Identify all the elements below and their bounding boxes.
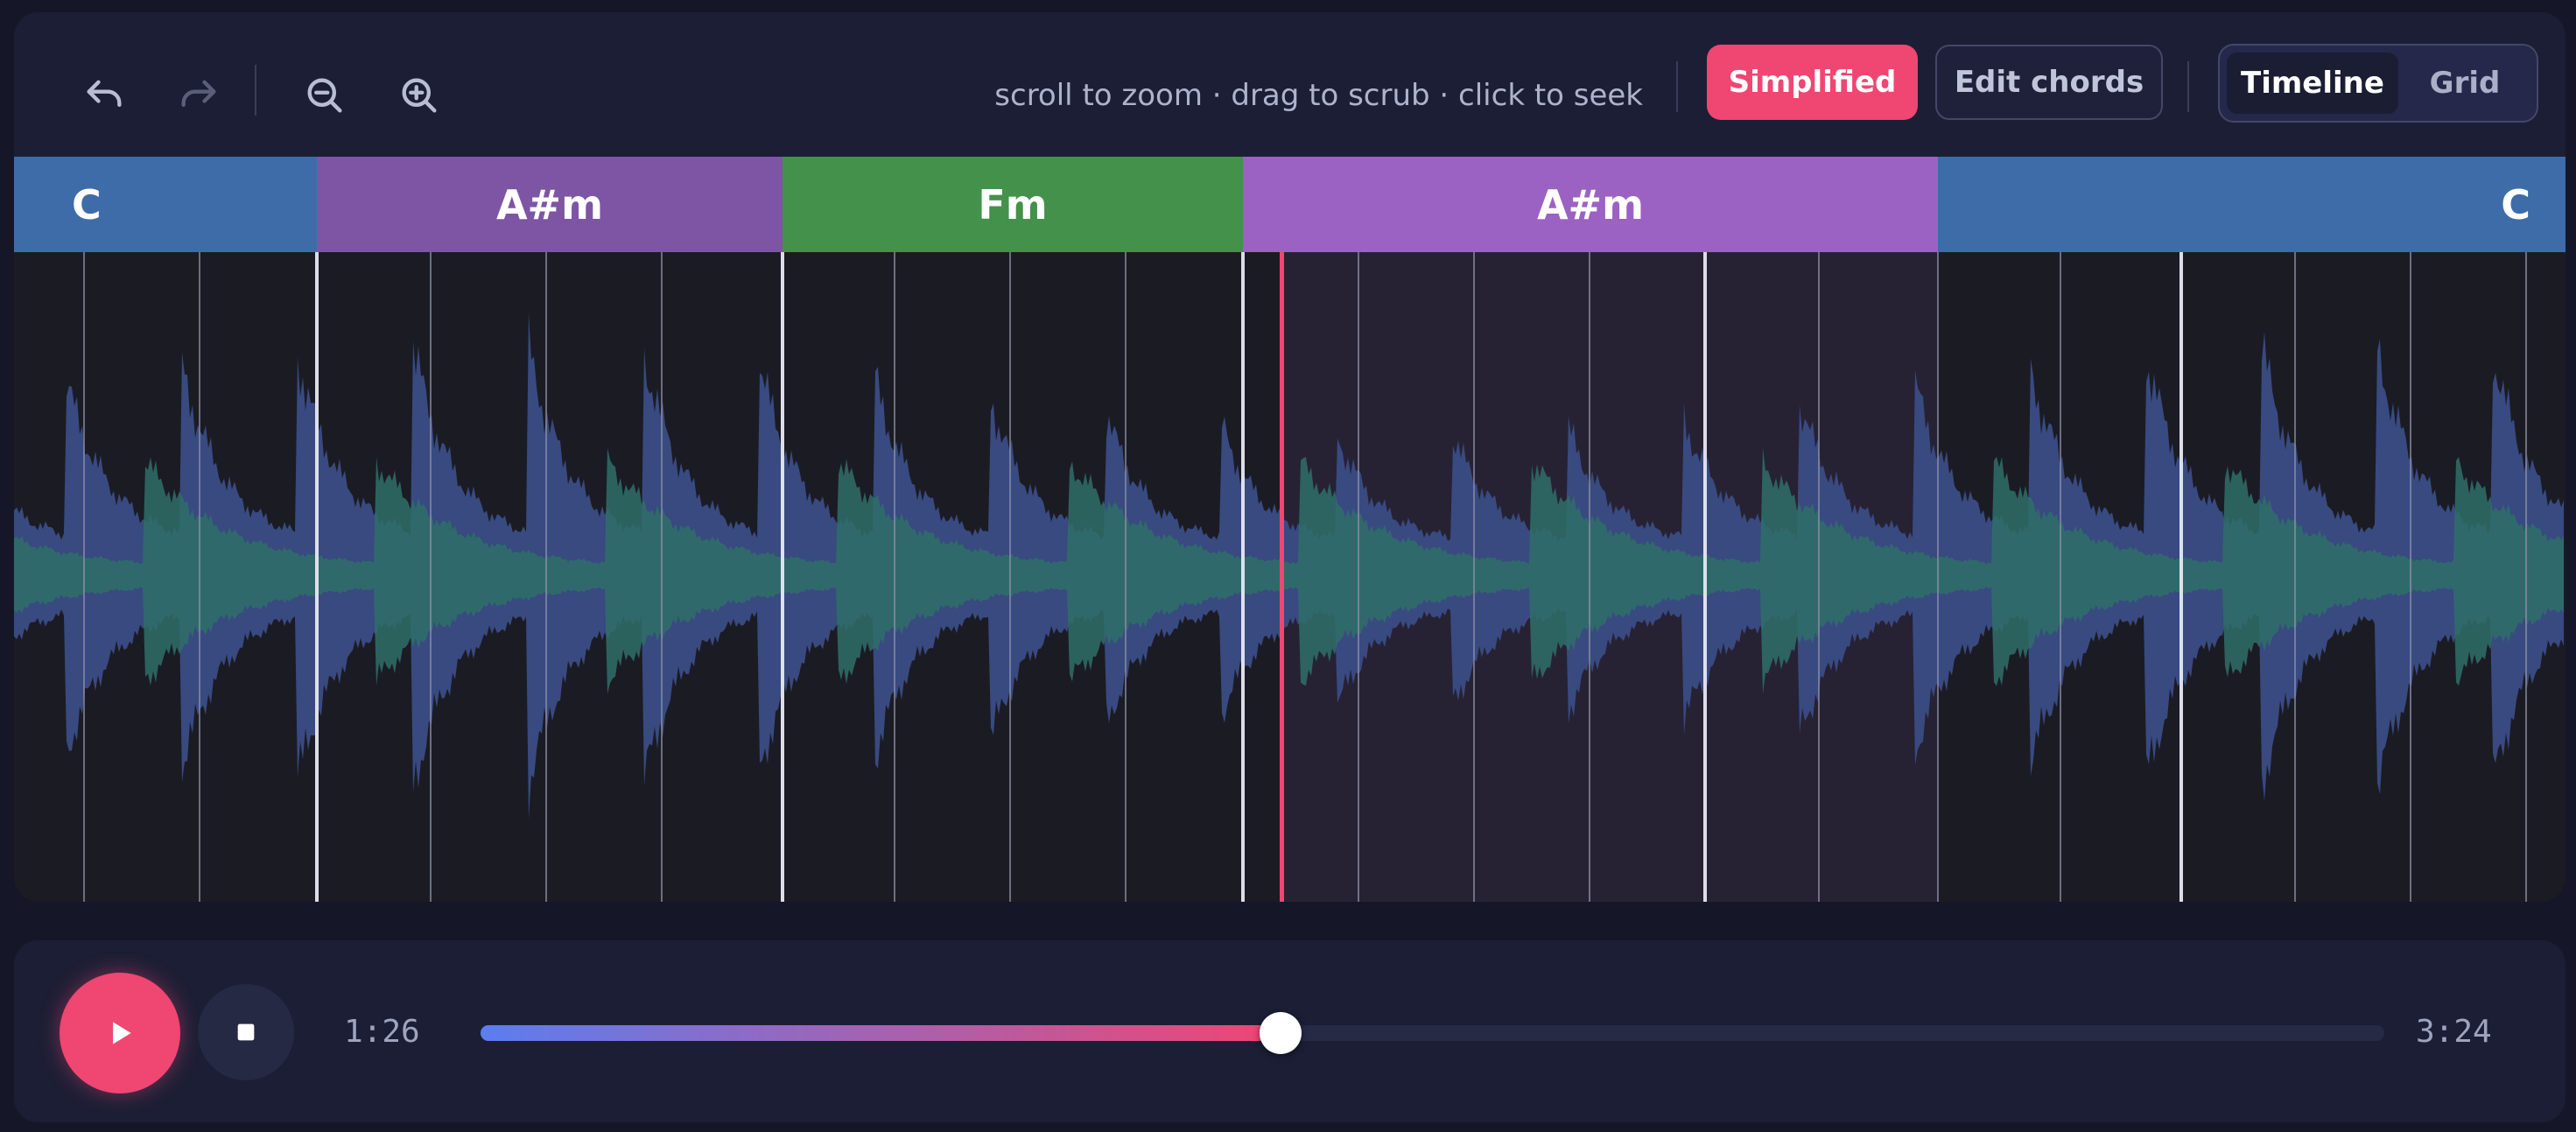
- chord-label: A#m: [1536, 180, 1645, 229]
- bar-line: [1241, 252, 1245, 902]
- play-icon: [113, 1022, 131, 1044]
- waveform-view[interactable]: [14, 157, 2565, 902]
- toolbar-divider: [2187, 61, 2189, 112]
- chord-block[interactable]: A#m: [317, 157, 783, 252]
- view-mode-toggle: Timeline Grid: [2218, 44, 2538, 123]
- beat-line: [83, 252, 85, 902]
- transport-bar: 1:26 3:24: [14, 940, 2565, 1122]
- simplified-button[interactable]: Simplified: [1707, 45, 1918, 120]
- redo-icon[interactable]: [168, 65, 229, 126]
- editor-panel: scroll to zoom · drag to scrub · click t…: [14, 12, 2565, 902]
- stop-button[interactable]: [198, 984, 294, 1080]
- current-time: 1:26: [344, 1014, 420, 1050]
- seek-thumb[interactable]: [1259, 1012, 1302, 1054]
- total-time: 3:24: [2416, 1014, 2492, 1050]
- playhead[interactable]: [1280, 157, 1284, 902]
- beat-line: [661, 252, 663, 902]
- chord-block[interactable]: C: [14, 157, 317, 252]
- beat-line: [2060, 252, 2061, 902]
- edit-chords-button[interactable]: Edit chords: [1935, 45, 2163, 120]
- chord-block[interactable]: A#m: [1243, 157, 1938, 252]
- beat-line: [545, 252, 547, 902]
- bar-line: [2179, 252, 2183, 902]
- chord-lane: C A#m Fm A#m C: [14, 157, 2565, 252]
- toolbar-divider: [255, 65, 256, 116]
- seek-progress: [481, 1025, 1281, 1041]
- beat-line: [894, 252, 895, 902]
- interaction-hint: scroll to zoom · drag to scrub · click t…: [994, 78, 1643, 113]
- chord-label: C: [72, 180, 102, 229]
- chord-label: A#m: [495, 180, 604, 229]
- beat-line: [1473, 252, 1475, 902]
- chord-label: C: [2501, 180, 2530, 229]
- tab-grid[interactable]: Grid: [2398, 53, 2531, 114]
- chord-label: Fm: [978, 180, 1048, 229]
- toolbar-divider: [1676, 61, 1678, 112]
- waveform-canvas: [14, 157, 2564, 902]
- chord-block[interactable]: Fm: [783, 157, 1243, 252]
- bar-line: [781, 252, 784, 902]
- undo-icon[interactable]: [74, 65, 135, 126]
- beat-line: [2525, 252, 2527, 902]
- beat-line: [1125, 252, 1127, 902]
- tab-timeline[interactable]: Timeline: [2227, 53, 2398, 114]
- seek-slider[interactable]: [481, 1012, 2384, 1054]
- bar-line: [315, 252, 319, 902]
- beat-line: [2410, 252, 2411, 902]
- beat-line: [1009, 252, 1011, 902]
- toolbar: scroll to zoom · drag to scrub · click t…: [14, 12, 2565, 157]
- zoom-in-icon[interactable]: [389, 65, 450, 126]
- play-button[interactable]: [60, 973, 180, 1093]
- stop-icon: [237, 1023, 255, 1041]
- zoom-out-icon[interactable]: [294, 65, 355, 126]
- beat-line: [1358, 252, 1359, 902]
- beat-line: [199, 252, 200, 902]
- bar-line: [1703, 252, 1707, 902]
- beat-line: [1589, 252, 1590, 902]
- chord-block[interactable]: C: [1938, 157, 2565, 252]
- beat-line: [1818, 252, 1820, 902]
- beat-line: [2294, 252, 2296, 902]
- beat-line: [430, 252, 432, 902]
- beat-line: [1937, 252, 1939, 902]
